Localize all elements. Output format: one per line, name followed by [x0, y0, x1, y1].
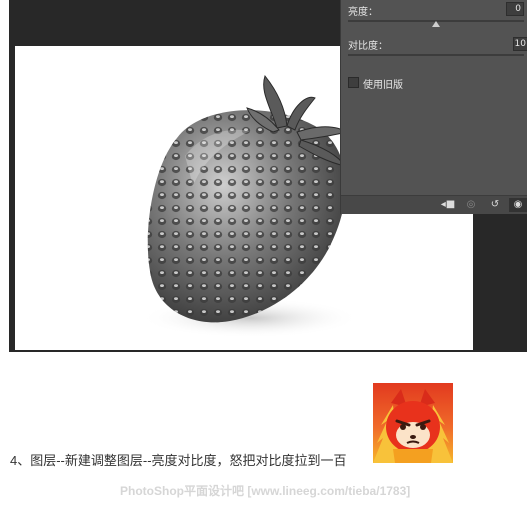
contrast-value[interactable]: 10: [513, 37, 527, 51]
use-legacy-checkbox[interactable]: [348, 77, 359, 88]
brightness-label: 亮度：: [348, 7, 378, 18]
angry-fox-emoticon: [373, 383, 453, 463]
step-caption: 4、图层--新建调整图层--亮度对比度，怒把对比度拉到一百: [10, 453, 347, 468]
clip-to-layer-icon[interactable]: ◂■: [439, 198, 457, 212]
properties-panel: 亮度： 0 对比度： 10 使用旧版 ◂■ ◎ ↺ ◉: [340, 0, 527, 214]
use-legacy-label: 使用旧版: [363, 80, 403, 91]
visibility-icon[interactable]: ◉: [509, 198, 527, 212]
view-previous-icon[interactable]: ◎: [463, 198, 479, 212]
contrast-slider[interactable]: [348, 54, 524, 56]
photoshop-screenshot: 亮度： 0 对比度： 10 使用旧版 ◂■ ◎ ↺ ◉: [9, 0, 527, 352]
watermark: PhotoShop平面设计吧 [www.lineeg.com/tieba/178…: [120, 484, 411, 498]
brightness-slider-thumb[interactable]: [432, 21, 440, 27]
brightness-value[interactable]: 0: [506, 2, 524, 16]
reset-icon[interactable]: ↺: [487, 198, 503, 212]
contrast-label: 对比度：: [348, 41, 388, 52]
panel-toolbar: ◂■ ◎ ↺ ◉: [341, 195, 527, 214]
